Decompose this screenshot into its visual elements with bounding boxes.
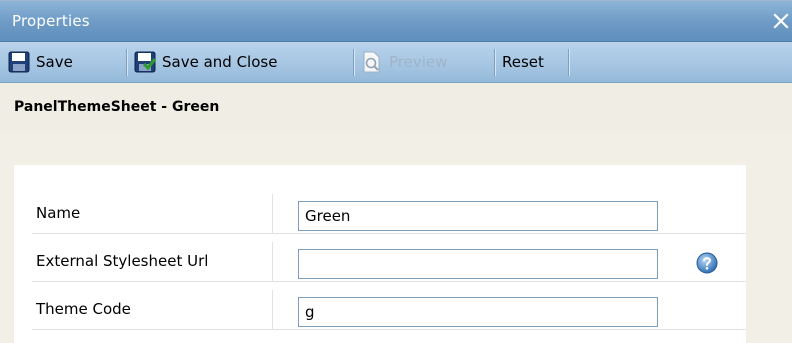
save-and-close-icon: [134, 51, 157, 73]
preview-magnifier-icon: [361, 51, 383, 73]
theme-code-label: Theme Code: [36, 300, 131, 318]
panel-titlebar: Properties: [0, 1, 792, 42]
panel-title: Properties: [12, 12, 90, 30]
properties-panel: Properties Save Save and Close Preview R…: [0, 0, 792, 343]
toolbar-separator: [568, 49, 570, 76]
column-divider: [272, 242, 273, 282]
property-row-theme-code: Theme Code: [16, 290, 746, 330]
preview-label: Preview: [389, 52, 448, 71]
close-icon[interactable]: [770, 7, 792, 35]
save-button[interactable]: Save: [8, 47, 73, 76]
reset-button[interactable]: Reset: [502, 47, 544, 76]
row-divider: [32, 281, 746, 282]
save-button-label: Save: [36, 52, 73, 71]
external-stylesheet-url-label: External Stylesheet Url: [36, 252, 209, 270]
row-divider: [32, 329, 746, 330]
record-header: PanelThemeSheet - Green: [0, 83, 792, 131]
toolbar-separator: [494, 49, 496, 76]
toolbar-separator: [353, 49, 355, 76]
row-divider: [32, 233, 746, 234]
save-and-close-button[interactable]: Save and Close: [134, 47, 277, 76]
save-and-close-label: Save and Close: [162, 52, 278, 71]
name-label: Name: [36, 204, 81, 222]
theme-code-input[interactable]: [298, 297, 658, 327]
name-input[interactable]: [298, 201, 658, 231]
reset-label: Reset: [502, 52, 544, 71]
floppy-disk-icon: [8, 51, 30, 73]
property-row-external-stylesheet-url: External Stylesheet Url: [16, 242, 746, 282]
external-stylesheet-url-input[interactable]: [298, 249, 658, 279]
record-title: PanelThemeSheet - Green: [14, 99, 220, 115]
help-icon[interactable]: [696, 252, 718, 274]
property-row-name: Name: [16, 194, 746, 234]
toolbar: Save Save and Close Preview Reset: [0, 42, 792, 83]
column-divider: [272, 290, 273, 330]
preview-button[interactable]: Preview: [361, 47, 447, 76]
toolbar-separator: [126, 49, 128, 76]
column-divider: [272, 194, 273, 234]
